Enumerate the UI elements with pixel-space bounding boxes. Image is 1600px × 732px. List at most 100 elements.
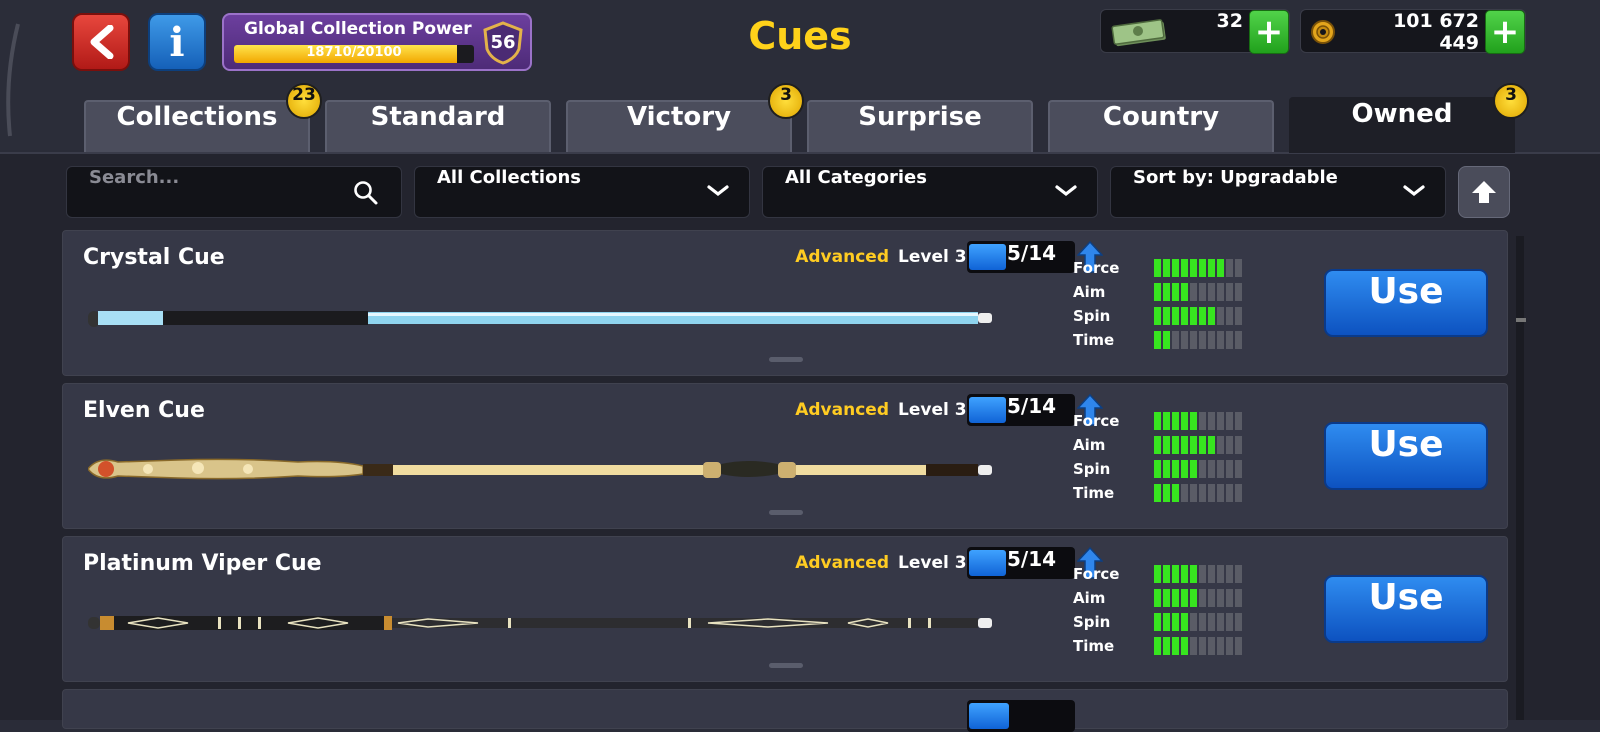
stat-segment bbox=[1208, 331, 1215, 349]
info-button[interactable]: i bbox=[148, 13, 206, 71]
collection-power-panel[interactable]: Global Collection Power 18710/20100 56 bbox=[222, 13, 532, 71]
stat-segment bbox=[1163, 613, 1170, 631]
stat-segment bbox=[1172, 613, 1179, 631]
stat-segment bbox=[1226, 460, 1233, 478]
tab-collections[interactable]: Collections bbox=[84, 100, 310, 152]
stat-segment bbox=[1154, 436, 1161, 454]
use-button[interactable]: Use bbox=[1324, 269, 1488, 337]
tab-label: Collections bbox=[116, 102, 278, 132]
sort-dropdown-value: Sort by: Upgradable bbox=[1133, 167, 1338, 188]
stat-segment bbox=[1190, 283, 1197, 301]
spin-stat-bar bbox=[1154, 460, 1244, 478]
cue-rarity: Advanced bbox=[795, 247, 889, 267]
categories-dropdown[interactable]: All Categories bbox=[762, 166, 1098, 218]
stat-segment bbox=[1226, 565, 1233, 583]
stat-segment bbox=[1172, 637, 1179, 655]
stat-segment bbox=[1208, 460, 1215, 478]
stat-segment bbox=[1190, 484, 1197, 502]
upgrade-progress: 5/14 bbox=[967, 394, 1075, 426]
force-stat-bar bbox=[1154, 259, 1244, 277]
stat-segment bbox=[1208, 412, 1215, 430]
stat-segment bbox=[1226, 589, 1233, 607]
upgrade-progress-text: 5/14 bbox=[1007, 241, 1057, 265]
cue-row-partial bbox=[62, 689, 1508, 732]
stat-segment bbox=[1199, 589, 1206, 607]
add-coins-button[interactable]: + bbox=[1485, 10, 1525, 54]
cue-rarity: Advanced bbox=[795, 553, 889, 573]
stat-label-time: Time bbox=[1073, 484, 1115, 502]
tab-label: Victory bbox=[626, 102, 732, 132]
collection-power-value: 18710/20100 bbox=[306, 45, 402, 60]
stat-label-spin: Spin bbox=[1073, 460, 1111, 478]
back-button[interactable] bbox=[72, 13, 130, 71]
upgrade-progress-fill bbox=[969, 550, 1006, 576]
stat-segment bbox=[1226, 637, 1233, 655]
expand-handle[interactable] bbox=[769, 357, 803, 362]
cue-row: Elven Cue Advanced Level 3 5/14 Force Ai… bbox=[62, 383, 1508, 529]
stat-segment bbox=[1208, 259, 1215, 277]
tab-surprise[interactable]: Surprise bbox=[807, 100, 1033, 152]
tab-standard[interactable]: Standard bbox=[325, 100, 551, 152]
stat-segment bbox=[1199, 436, 1206, 454]
stat-segment bbox=[1163, 589, 1170, 607]
page-title: Cues bbox=[748, 14, 852, 58]
stat-segment bbox=[1163, 307, 1170, 325]
stat-label-time: Time bbox=[1073, 331, 1115, 349]
stat-segment bbox=[1235, 283, 1242, 301]
search-input[interactable]: Search... bbox=[66, 166, 402, 218]
collections-dropdown[interactable]: All Collections bbox=[414, 166, 750, 218]
stat-segment bbox=[1226, 331, 1233, 349]
stat-segment bbox=[1172, 565, 1179, 583]
stat-label-aim: Aim bbox=[1073, 283, 1106, 301]
expand-handle[interactable] bbox=[769, 663, 803, 668]
chevron-down-icon bbox=[1055, 185, 1077, 197]
stat-segment bbox=[1154, 259, 1161, 277]
crystal-cue-image bbox=[88, 311, 992, 327]
stat-segment bbox=[1235, 565, 1242, 583]
aim-stat-bar bbox=[1154, 589, 1244, 607]
time-stat-bar bbox=[1154, 637, 1244, 655]
tab-owned[interactable]: Owned bbox=[1289, 97, 1515, 153]
stat-segment bbox=[1199, 565, 1206, 583]
stat-segment bbox=[1208, 613, 1215, 631]
tab-badge-victory: 3 bbox=[768, 83, 804, 119]
stat-segment bbox=[1163, 412, 1170, 430]
use-button[interactable]: Use bbox=[1324, 422, 1488, 490]
stat-segment bbox=[1181, 565, 1188, 583]
aim-stat-bar bbox=[1154, 436, 1244, 454]
stat-segment bbox=[1163, 460, 1170, 478]
stat-segment bbox=[1190, 412, 1197, 430]
cue-name: Platinum Viper Cue bbox=[83, 551, 322, 576]
scrollbar-track[interactable] bbox=[1516, 236, 1524, 720]
upgrade-progress-fill bbox=[969, 703, 1009, 729]
scrollbar-thumb[interactable] bbox=[1516, 318, 1526, 322]
stat-segment bbox=[1235, 589, 1242, 607]
stat-segment bbox=[1181, 307, 1188, 325]
sort-dropdown[interactable]: Sort by: Upgradable bbox=[1110, 166, 1446, 218]
stat-label-spin: Spin bbox=[1073, 307, 1111, 325]
upgrade-progress-fill bbox=[969, 244, 1006, 270]
stat-segment bbox=[1154, 460, 1161, 478]
stat-segment bbox=[1181, 484, 1188, 502]
stat-segment bbox=[1208, 565, 1215, 583]
stat-segment bbox=[1154, 412, 1161, 430]
stat-segment bbox=[1181, 412, 1188, 430]
use-button[interactable]: Use bbox=[1324, 575, 1488, 643]
stat-segment bbox=[1235, 637, 1242, 655]
tab-badge-owned: 3 bbox=[1493, 83, 1529, 119]
sort-direction-button[interactable] bbox=[1458, 166, 1510, 218]
tab-label: Country bbox=[1102, 102, 1220, 132]
stat-label-force: Force bbox=[1073, 412, 1120, 430]
stat-segment bbox=[1217, 331, 1224, 349]
upgrade-progress-fill bbox=[969, 397, 1006, 423]
upgrade-progress-text: 5/14 bbox=[1007, 547, 1057, 571]
add-cash-button[interactable]: + bbox=[1249, 10, 1289, 54]
stat-segment bbox=[1154, 307, 1161, 325]
stat-segment bbox=[1217, 589, 1224, 607]
expand-handle[interactable] bbox=[769, 510, 803, 515]
tab-victory[interactable]: Victory bbox=[566, 100, 792, 152]
stat-segment bbox=[1208, 637, 1215, 655]
stat-segment bbox=[1163, 331, 1170, 349]
stat-segment bbox=[1217, 565, 1224, 583]
tab-country[interactable]: Country bbox=[1048, 100, 1274, 152]
